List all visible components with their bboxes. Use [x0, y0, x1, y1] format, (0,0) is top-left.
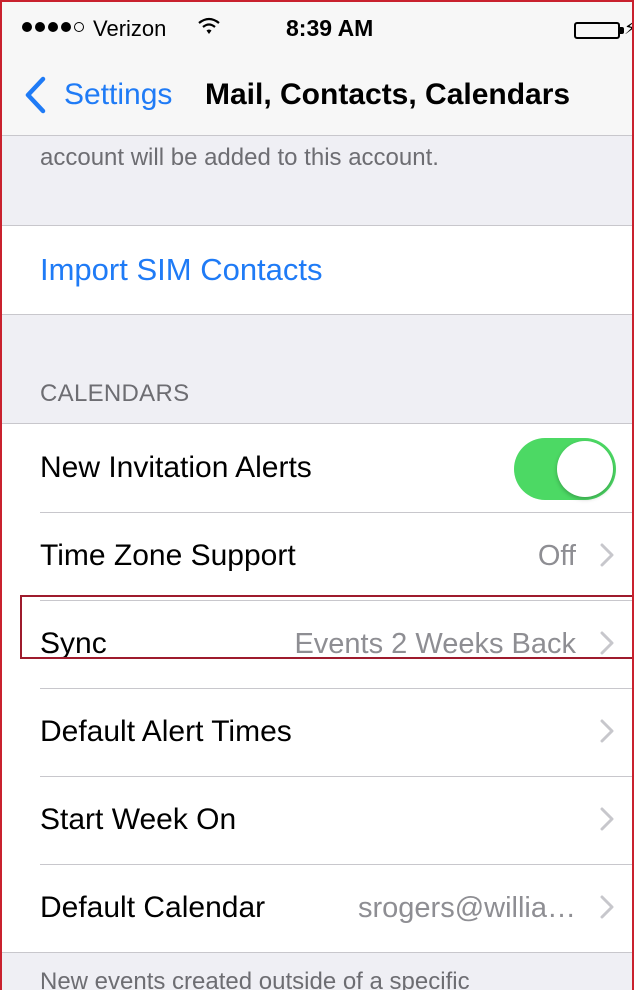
row-time-zone-support[interactable]: Time Zone Support Off: [2, 512, 632, 600]
chevron-right-icon: [600, 719, 614, 743]
chevron-left-icon[interactable]: [24, 76, 46, 114]
row-sync[interactable]: Sync Events 2 Weeks Back: [2, 600, 632, 688]
clock: 8:39 AM: [286, 15, 374, 41]
chevron-right-icon: [600, 807, 614, 831]
carrier-label: Verizon: [93, 16, 167, 41]
row-label: Default Alert Times: [40, 715, 292, 748]
battery-icon: [574, 22, 624, 39]
import-sim-contacts-button[interactable]: Import SIM Contacts: [2, 226, 632, 314]
page-title: Mail, Contacts, Calendars: [205, 78, 571, 111]
signal-dot: [48, 22, 58, 32]
screen: Verizon 8:39 AM ⚡ Settings Mail, Contact…: [0, 0, 634, 990]
chevron-right-icon: [600, 895, 614, 919]
chevron-right-icon: [600, 631, 614, 655]
wifi-icon: [198, 17, 220, 34]
charging-icon: ⚡: [624, 18, 632, 39]
row-label: Start Week On: [40, 803, 237, 836]
row-label: Sync: [40, 627, 107, 660]
navigation-bar: Settings Mail, Contacts, Calendars: [2, 54, 632, 136]
signal-dots-icon: [22, 22, 84, 32]
signal-dot: [35, 22, 45, 32]
row-new-invitation-alerts: New Invitation Alerts: [2, 424, 632, 512]
import-sim-contacts-label: Import SIM Contacts: [40, 252, 323, 287]
new-invitation-alerts-toggle[interactable]: [514, 438, 616, 500]
row-value: Off: [537, 540, 576, 572]
calendars-group: New Invitation Alerts Time Zone Support …: [2, 423, 632, 953]
header: Verizon 8:39 AM ⚡ Settings Mail, Contact…: [2, 2, 632, 136]
calendars-footer-text: New events created outside of a specific: [40, 968, 470, 990]
row-label: Time Zone Support: [40, 539, 296, 572]
row-value: srogers@willia…: [358, 892, 576, 924]
signal-dot: [22, 22, 32, 32]
row-start-week-on[interactable]: Start Week On: [2, 776, 632, 864]
back-button[interactable]: Settings: [64, 78, 172, 112]
signal-dot: [61, 22, 71, 32]
calendars-section-header: CALENDARS: [40, 380, 190, 407]
import-sim-group: Import SIM Contacts: [2, 225, 632, 315]
row-label: New Invitation Alerts: [40, 451, 312, 484]
toggle-knob: [557, 441, 613, 497]
row-default-calendar[interactable]: Default Calendar srogers@willia…: [2, 864, 632, 952]
status-bar: Verizon 8:39 AM ⚡: [2, 2, 632, 54]
contacts-footer-text: account will be added to this account.: [40, 144, 439, 171]
row-label: Default Calendar: [40, 891, 266, 924]
signal-dot-empty: [74, 22, 84, 32]
chevron-right-icon: [600, 543, 614, 567]
row-default-alert-times[interactable]: Default Alert Times: [2, 688, 632, 776]
row-value: Events 2 Weeks Back: [294, 628, 576, 660]
